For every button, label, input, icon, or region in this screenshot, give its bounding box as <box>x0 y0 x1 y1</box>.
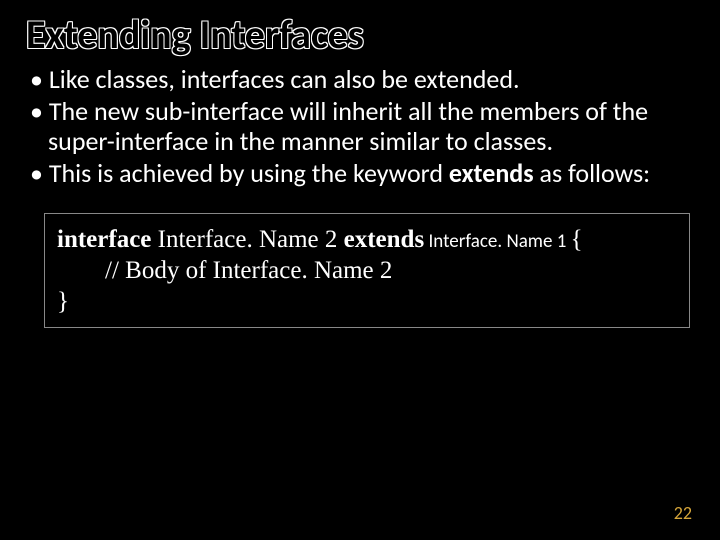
bullet-item: The new sub-interface will inherit all t… <box>26 97 700 157</box>
bullet-item: This is achieved by using the keyword ex… <box>26 159 700 189</box>
keyword-extends: extends <box>344 226 425 253</box>
bullet-text: The new sub-interface will inherit all t… <box>48 95 648 157</box>
brace-close: } <box>57 288 69 315</box>
code-line: // Body of Interface. Name 2 <box>57 255 677 286</box>
slide: Extending Interfaces Like classes, inter… <box>0 0 720 540</box>
slide-title: Extending Interfaces <box>20 10 700 59</box>
brace-open: { <box>571 226 583 253</box>
code-text: Interface. Name 2 <box>151 226 343 253</box>
page-number: 22 <box>674 502 692 524</box>
code-block: interface Interface. Name 2 extends Inte… <box>44 213 690 329</box>
code-line: interface Interface. Name 2 extends Inte… <box>57 224 677 255</box>
bullet-item: Like classes, interfaces can also be ext… <box>26 65 700 95</box>
bullet-text: Like classes, interfaces can also be ext… <box>49 63 520 95</box>
bullet-text: This is achieved by using the keyword <box>49 157 449 189</box>
bullet-bold: extends <box>449 157 534 189</box>
keyword-interface: interface <box>57 226 151 253</box>
code-comment: // Body of Interface. Name 2 <box>105 257 392 284</box>
code-text-small: Interface. Name 1 <box>424 230 570 253</box>
bullet-tail: as follows: <box>534 157 651 189</box>
bullet-list: Like classes, interfaces can also be ext… <box>20 65 700 189</box>
code-line: } <box>57 286 677 317</box>
